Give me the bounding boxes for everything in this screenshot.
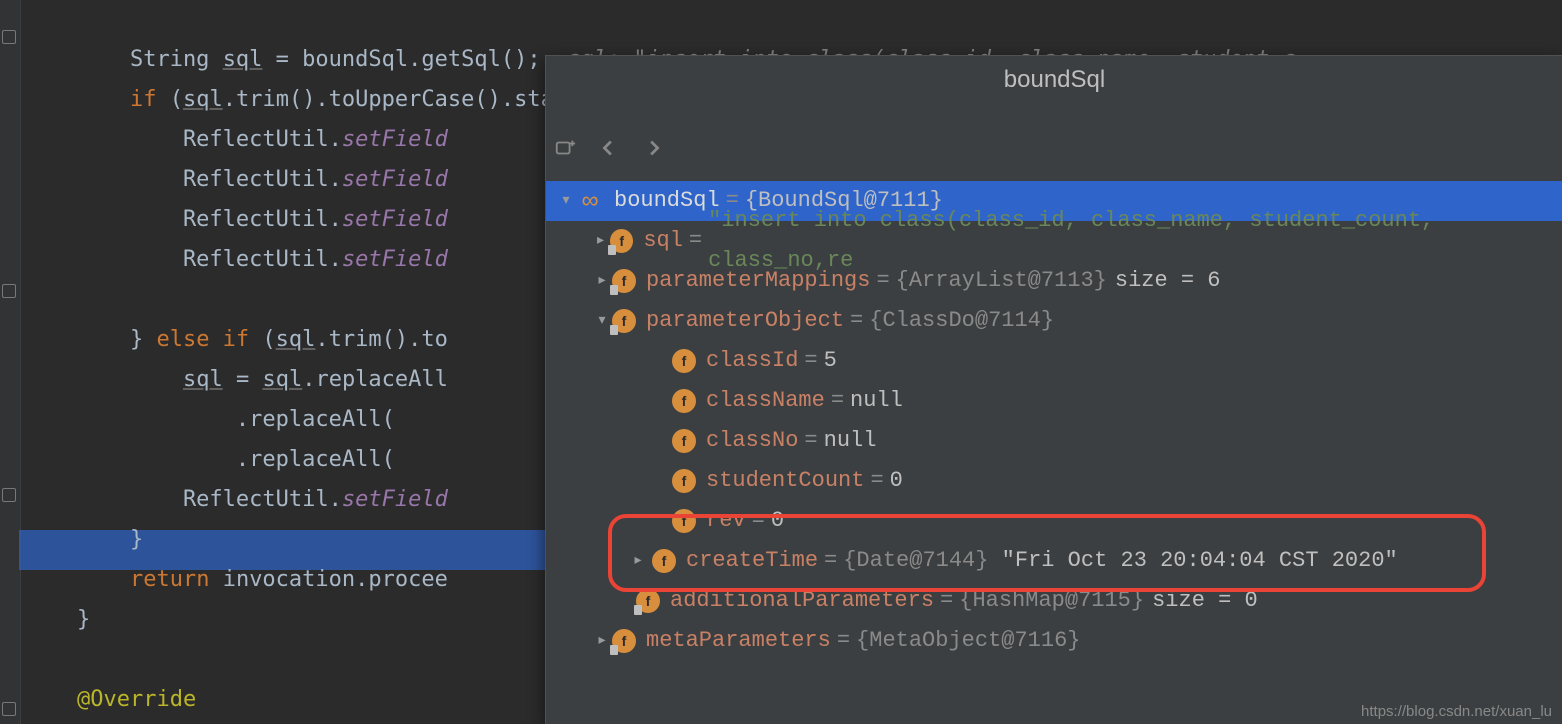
field-icon: f	[672, 469, 696, 493]
code-text: }	[24, 607, 90, 632]
tree-row-class-no[interactable]: f classNo = null	[546, 421, 1562, 461]
field-icon: f	[672, 349, 696, 373]
field-name: additionalParameters	[670, 581, 934, 621]
tree-row-rev[interactable]: f rev = 0	[546, 501, 1562, 541]
code-text: ReflectUtil.setField	[24, 247, 448, 272]
fold-marker-icon[interactable]	[2, 30, 16, 44]
new-watch-icon[interactable]	[554, 137, 576, 159]
field-type: {HashMap@7115}	[959, 581, 1144, 621]
expand-caret-icon[interactable]	[628, 541, 648, 581]
code-text: ReflectUtil.setField	[24, 127, 448, 152]
tree-row-meta-parameters[interactable]: f metaParameters = {MetaObject@7116}	[546, 621, 1562, 661]
field-value: 0	[890, 461, 903, 501]
expand-caret-icon[interactable]	[591, 221, 610, 261]
field-size: size = 0	[1152, 581, 1258, 621]
equals-sign: =	[804, 421, 817, 461]
tree-row-sql[interactable]: f sql = "insert into class(class_id, cla…	[546, 221, 1562, 261]
equals-sign: =	[940, 581, 953, 621]
field-name: sql	[643, 221, 683, 261]
field-name: className	[706, 381, 825, 421]
field-value: null	[850, 381, 903, 421]
expand-caret-icon[interactable]	[592, 301, 612, 341]
code-text: } else if (sql.trim().to	[24, 327, 448, 352]
expand-caret-icon[interactable]	[556, 181, 576, 221]
nav-back-icon[interactable]	[598, 137, 620, 159]
field-type: {ClassDo@7114}	[869, 301, 1054, 341]
tree-row-additional-parameters[interactable]: f additionalParameters = {HashMap@7115} …	[546, 581, 1562, 621]
field-icon: f	[652, 549, 676, 573]
code-text: @Override	[24, 687, 196, 712]
field-value: 0	[771, 501, 784, 541]
equals-sign: =	[870, 461, 883, 501]
watch-glasses-icon: ∞	[576, 189, 604, 213]
field-size: size = 6	[1115, 261, 1221, 301]
field-icon: f	[612, 269, 636, 293]
tree-row-create-time[interactable]: f createTime = {Date@7144} "Fri Oct 23 2…	[546, 541, 1562, 581]
tree-row-class-id[interactable]: f classId = 5	[546, 341, 1562, 381]
equals-sign: =	[850, 301, 863, 341]
field-icon: f	[636, 589, 660, 613]
field-name: rev	[706, 501, 746, 541]
field-icon: f	[672, 429, 696, 453]
expand-caret-icon[interactable]	[592, 261, 612, 301]
debug-evaluate-popup: boundSql ∞ boundSql = {BoundSql@7111} f …	[545, 55, 1562, 724]
field-name: classId	[706, 341, 798, 381]
fold-marker-icon[interactable]	[2, 488, 16, 502]
equals-sign: =	[804, 341, 817, 381]
nav-forward-icon[interactable]	[642, 137, 664, 159]
watermark-text: https://blog.csdn.net/xuan_lu	[1361, 703, 1552, 720]
field-name: createTime	[686, 541, 818, 581]
equals-sign: =	[876, 261, 889, 301]
code-text: sql = sql.replaceAll	[24, 367, 448, 392]
field-type: {Date@7144}	[843, 541, 988, 581]
tree-row-student-count[interactable]: f studentCount = 0	[546, 461, 1562, 501]
equals-sign: =	[837, 621, 850, 661]
fold-marker-icon[interactable]	[2, 284, 16, 298]
field-name: parameterMappings	[646, 261, 870, 301]
tree-row-parameter-object[interactable]: f parameterObject = {ClassDo@7114}	[546, 301, 1562, 341]
field-value: null	[824, 421, 877, 461]
field-name: classNo	[706, 421, 798, 461]
code-text: ReflectUtil.setField	[24, 167, 448, 192]
variables-tree[interactable]: ∞ boundSql = {BoundSql@7111} f sql = "in…	[546, 181, 1562, 661]
tree-row-class-name[interactable]: f className = null	[546, 381, 1562, 421]
code-text: ReflectUtil.setField	[24, 207, 448, 232]
equals-sign: =	[752, 501, 765, 541]
field-name: parameterObject	[646, 301, 844, 341]
field-name: metaParameters	[646, 621, 831, 661]
field-icon: f	[672, 509, 696, 533]
popup-title: boundSql	[546, 66, 1562, 94]
popup-toolbar	[554, 128, 664, 168]
field-icon: f	[612, 309, 636, 333]
field-type: {MetaObject@7116}	[856, 621, 1080, 661]
field-icon: f	[672, 389, 696, 413]
code-text: .replaceAll(	[24, 447, 395, 472]
field-name: studentCount	[706, 461, 864, 501]
equals-sign: =	[689, 221, 702, 261]
code-text: return invocation.procee	[24, 567, 448, 592]
expand-caret-icon[interactable]	[592, 621, 612, 661]
field-type: {ArrayList@7113}	[896, 261, 1107, 301]
field-value: 5	[824, 341, 837, 381]
code-text: ReflectUtil.setField	[24, 487, 448, 512]
equals-sign: =	[831, 381, 844, 421]
var-name: boundSql	[614, 181, 720, 221]
editor-gutter	[0, 0, 21, 724]
fold-marker-icon[interactable]	[2, 702, 16, 716]
code-text: .replaceAll(	[24, 407, 395, 432]
field-icon: f	[612, 629, 636, 653]
field-value: "Fri Oct 23 20:04:04 CST 2020"	[1002, 541, 1398, 581]
code-text: }	[24, 527, 143, 552]
equals-sign: =	[824, 541, 837, 581]
field-icon: f	[610, 229, 633, 253]
